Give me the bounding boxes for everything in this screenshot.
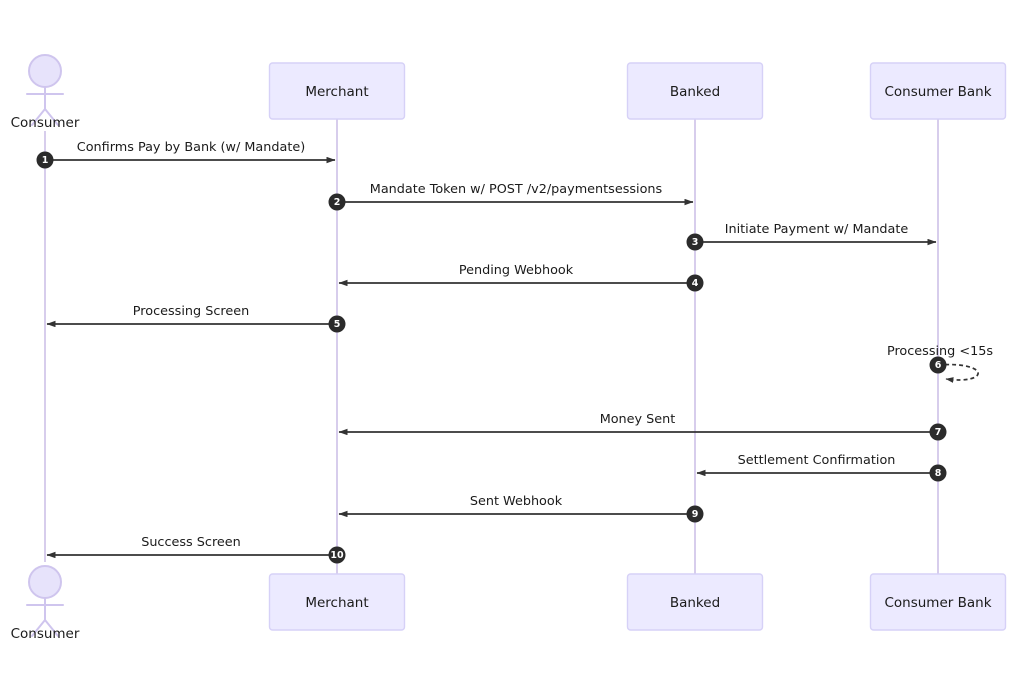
participant-merchant-top[interactable]: Merchant: [268, 62, 406, 120]
message-10[interactable]: Success Screen 10: [46, 535, 346, 564]
message-label-7: Money Sent: [600, 412, 676, 427]
message-badge-text-9: 9: [692, 509, 699, 520]
participant-consumer_bank-top[interactable]: Consumer Bank: [869, 62, 1007, 120]
message-3[interactable]: Initiate Payment w/ Mandate 3: [686, 222, 937, 251]
message-label-1: Confirms Pay by Bank (w/ Mandate): [77, 140, 305, 155]
message-label-4: Pending Webhook: [459, 263, 574, 278]
message-2[interactable]: Mandate Token w/ POST /v2/paymentsession…: [328, 182, 694, 211]
sequence-diagram: Consumer Merchant Banked Consumer Bank Cons…: [0, 0, 1021, 698]
participants-bottom-group: Consumer Merchant Banked Consumer Bank: [11, 565, 1007, 642]
message-8[interactable]: Settlement Confirmation 8: [696, 453, 947, 482]
actor-consumer-top[interactable]: Consumer: [11, 54, 80, 131]
participant-banked-top[interactable]: Banked: [626, 62, 764, 120]
participant-consumer_bank-bottom[interactable]: Consumer Bank: [869, 573, 1007, 631]
message-5[interactable]: Processing Screen 5: [46, 304, 346, 333]
message-badge-text-6: 6: [935, 360, 942, 371]
message-badge-text-1: 1: [42, 155, 49, 166]
participant-banked-bottom[interactable]: Banked: [626, 573, 764, 631]
sequence-diagram-canvas: Consumer Merchant Banked Consumer Bank Cons…: [11, 54, 1007, 642]
participant-merchant-bottom[interactable]: Merchant: [268, 573, 406, 631]
message-badge-text-8: 8: [935, 468, 942, 479]
message-label-6: Processing <15s: [887, 344, 993, 359]
participant-label-consumer_bank-bottom: Consumer Bank: [884, 595, 991, 611]
participant-label-banked-top: Banked: [670, 84, 720, 100]
actor-label-consumer-top: Consumer: [11, 115, 80, 131]
actor-consumer-bottom[interactable]: Consumer: [11, 565, 80, 642]
message-label-8: Settlement Confirmation: [738, 453, 896, 468]
message-badge-text-3: 3: [692, 237, 699, 248]
message-badge-text-5: 5: [334, 319, 341, 330]
participant-label-merchant-top: Merchant: [305, 84, 368, 100]
messages-group: Confirms Pay by Bank (w/ Mandate) 1 Mandat…: [36, 140, 993, 564]
message-6[interactable]: Processing <15s6: [887, 344, 993, 383]
message-badge-text-4: 4: [692, 278, 699, 289]
message-label-9: Sent Webhook: [470, 494, 563, 509]
message-4[interactable]: Pending Webhook 4: [338, 263, 704, 292]
message-badge-text-10: 10: [330, 550, 344, 561]
message-1[interactable]: Confirms Pay by Bank (w/ Mandate) 1: [36, 140, 336, 169]
message-9[interactable]: Sent Webhook 9: [338, 494, 704, 523]
message-label-3: Initiate Payment w/ Mandate: [725, 222, 909, 237]
participant-label-banked-bottom: Banked: [670, 595, 720, 611]
actor-label-consumer-bottom: Consumer: [11, 626, 80, 642]
participant-label-merchant-bottom: Merchant: [305, 595, 368, 611]
message-label-2: Mandate Token w/ POST /v2/paymentsession…: [370, 182, 663, 197]
participant-label-consumer_bank-top: Consumer Bank: [884, 84, 991, 100]
participants-top-group: Consumer Merchant Banked Consumer Bank: [11, 54, 1007, 131]
message-badge-text-2: 2: [334, 197, 341, 208]
message-badge-text-7: 7: [935, 427, 942, 438]
message-7[interactable]: Money Sent 7: [338, 412, 947, 441]
message-label-5: Processing Screen: [133, 304, 249, 319]
message-label-10: Success Screen: [141, 535, 241, 550]
